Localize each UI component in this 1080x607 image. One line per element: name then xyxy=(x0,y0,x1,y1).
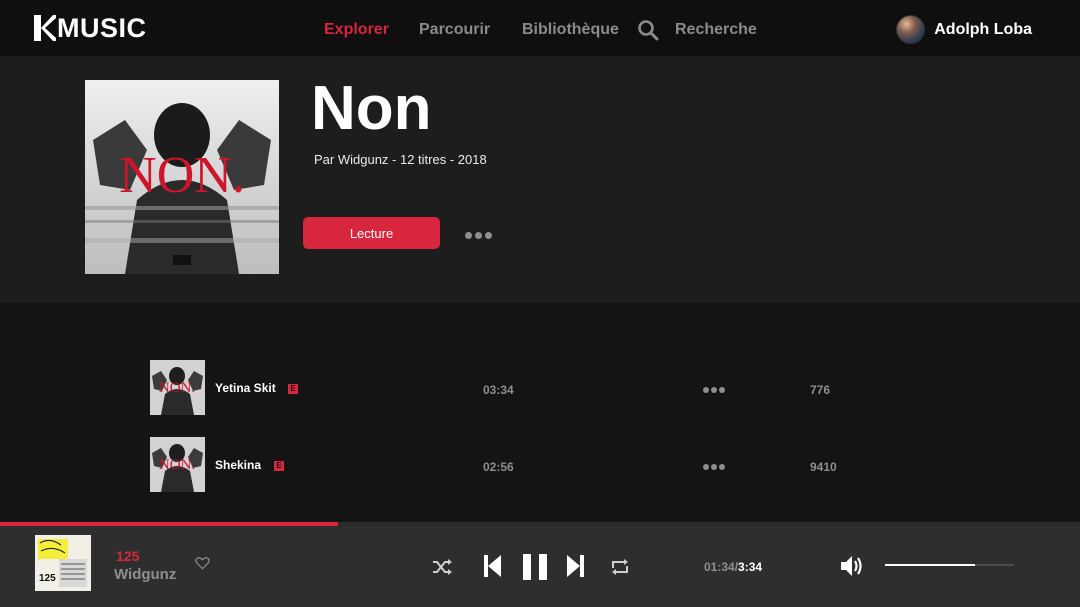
album-cover-text: NON. xyxy=(119,147,245,204)
pause-icon[interactable] xyxy=(522,554,548,580)
svg-text:NON.: NON. xyxy=(159,380,195,396)
track-duration: 03:34 xyxy=(483,383,514,397)
track-plays: 776 xyxy=(810,383,831,397)
track-row[interactable]: NON. Yetina Skit E 03:34 776 xyxy=(0,360,1080,416)
total-time: 3:34 xyxy=(738,560,763,574)
user-menu[interactable]: Adolph Loba xyxy=(896,15,1032,44)
repeat-icon[interactable] xyxy=(610,559,630,575)
avatar[interactable] xyxy=(896,15,926,44)
nav-parcourir[interactable]: Parcourir xyxy=(419,20,490,40)
app-logo-text: MUSIC xyxy=(57,13,147,43)
nav-bibliotheque[interactable]: Bibliothèque xyxy=(522,20,619,40)
album-cover-art: NON. xyxy=(85,80,279,274)
search-icon[interactable] xyxy=(637,19,659,41)
track-plays: 9410 xyxy=(810,460,837,474)
album-cover: NON. xyxy=(85,80,279,274)
track-list: NON. Yetina Skit E 03:34 776 NON. Shekin… xyxy=(0,303,1080,523)
more-icon[interactable] xyxy=(465,232,492,239)
more-icon[interactable] xyxy=(703,387,725,393)
play-album-button[interactable]: Lecture xyxy=(303,217,440,249)
track-title[interactable]: Shekina xyxy=(215,458,261,472)
user-name: Adolph Loba xyxy=(934,20,1032,38)
now-playing-artist[interactable]: Widgunz xyxy=(114,566,176,583)
top-navigation: MUSIC Explorer Parcourir Bibliothèque Re… xyxy=(0,0,1080,56)
album-title: Non xyxy=(311,74,432,143)
svg-text:NON.: NON. xyxy=(159,457,195,473)
player-bar: 125 125 Widgunz 01:34/3:34 xyxy=(0,526,1080,607)
volume-slider[interactable] xyxy=(885,564,1014,566)
more-icon[interactable] xyxy=(703,464,725,470)
now-playing-cover: 125 xyxy=(35,535,91,591)
volume-icon[interactable] xyxy=(840,554,864,578)
logo-k-icon xyxy=(34,15,56,41)
next-icon[interactable] xyxy=(566,555,584,577)
heart-icon[interactable] xyxy=(195,556,210,570)
svg-text:125: 125 xyxy=(39,573,56,584)
previous-icon[interactable] xyxy=(484,555,502,577)
explicit-badge: E xyxy=(274,461,284,471)
nav-recherche[interactable]: Recherche xyxy=(675,20,757,40)
app-logo[interactable]: MUSIC xyxy=(34,14,147,42)
explicit-badge: E xyxy=(288,384,298,394)
shuffle-icon[interactable] xyxy=(432,559,452,575)
track-title[interactable]: Yetina Skit xyxy=(215,381,276,395)
track-cover: NON. xyxy=(150,360,205,415)
track-row[interactable]: NON. Shekina E 02:56 9410 xyxy=(0,437,1080,493)
track-cover: NON. xyxy=(150,437,205,492)
now-playing-title[interactable]: 125 xyxy=(116,548,139,564)
current-time: 01:34 xyxy=(704,560,735,574)
album-meta: Par Widgunz - 12 titres - 2018 xyxy=(314,152,487,167)
nav-explorer[interactable]: Explorer xyxy=(324,20,389,40)
track-duration: 02:56 xyxy=(483,460,514,474)
album-header: NON. Non Par Widgunz - 12 titres - 2018 … xyxy=(0,56,1080,303)
volume-slider-fill xyxy=(885,564,976,566)
playback-time: 01:34/3:34 xyxy=(704,560,762,574)
